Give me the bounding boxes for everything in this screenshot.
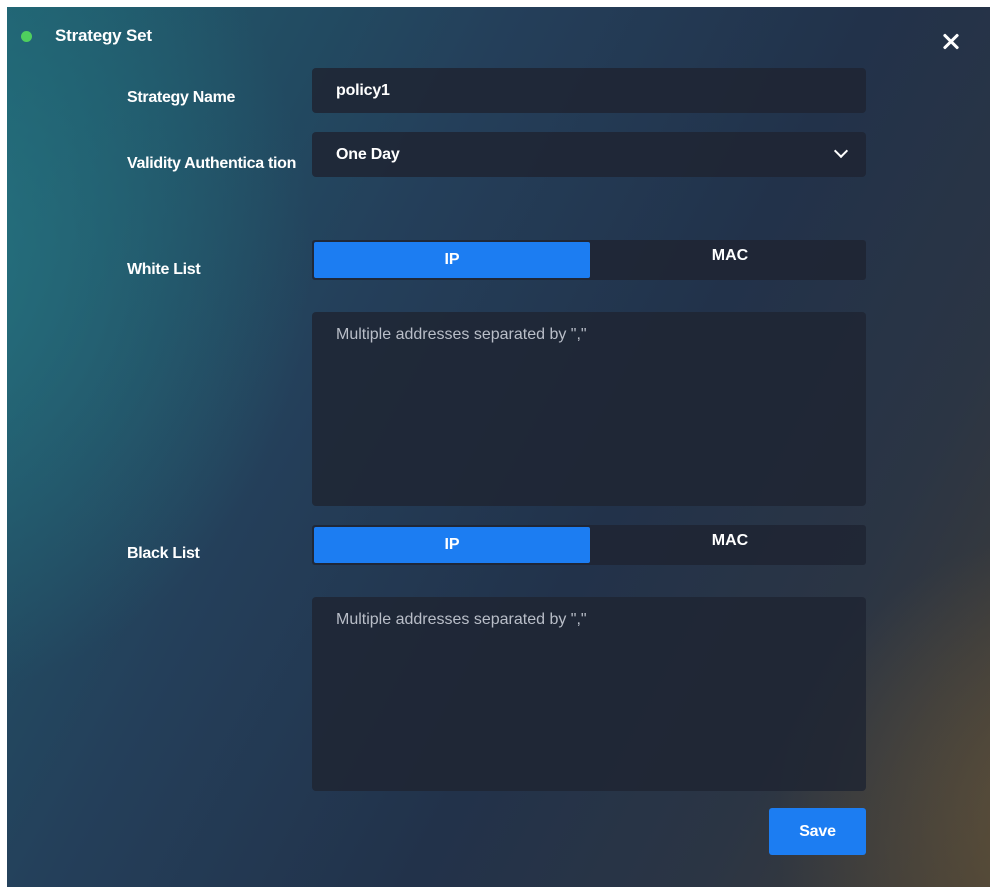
black-list-addresses-input[interactable] <box>336 611 842 777</box>
strategy-name-input[interactable]: policy1 <box>312 68 866 113</box>
validity-selected-value: One Day <box>336 146 400 163</box>
black-list-address-area <box>312 597 866 791</box>
black-list-type-toggle: IP MAC <box>312 525 866 565</box>
validity-authentication-select[interactable]: One Day <box>312 132 866 177</box>
validity-authentication-label: Validity Authentica tion <box>127 155 297 172</box>
strategy-name-label: Strategy Name <box>127 89 236 106</box>
dialog-title: Strategy Set <box>55 26 152 45</box>
chevron-down-icon <box>836 146 846 156</box>
black-list-ip-tab[interactable]: IP <box>314 527 590 563</box>
white-list-mac-tab[interactable]: MAC <box>592 240 866 274</box>
white-list-ip-tab[interactable]: IP <box>314 242 590 278</box>
strategy-set-dialog: Strategy Set Strategy Name policy1 Valid… <box>7 7 990 887</box>
black-list-label: Black List <box>127 545 200 562</box>
black-list-mac-tab[interactable]: MAC <box>592 525 866 559</box>
save-button[interactable]: Save <box>769 808 866 855</box>
white-list-address-area <box>312 312 866 506</box>
white-list-type-toggle: IP MAC <box>312 240 866 280</box>
close-icon[interactable] <box>939 29 965 55</box>
white-list-label: White List <box>127 261 201 278</box>
white-list-addresses-input[interactable] <box>336 326 842 492</box>
status-indicator-dot <box>21 31 32 42</box>
